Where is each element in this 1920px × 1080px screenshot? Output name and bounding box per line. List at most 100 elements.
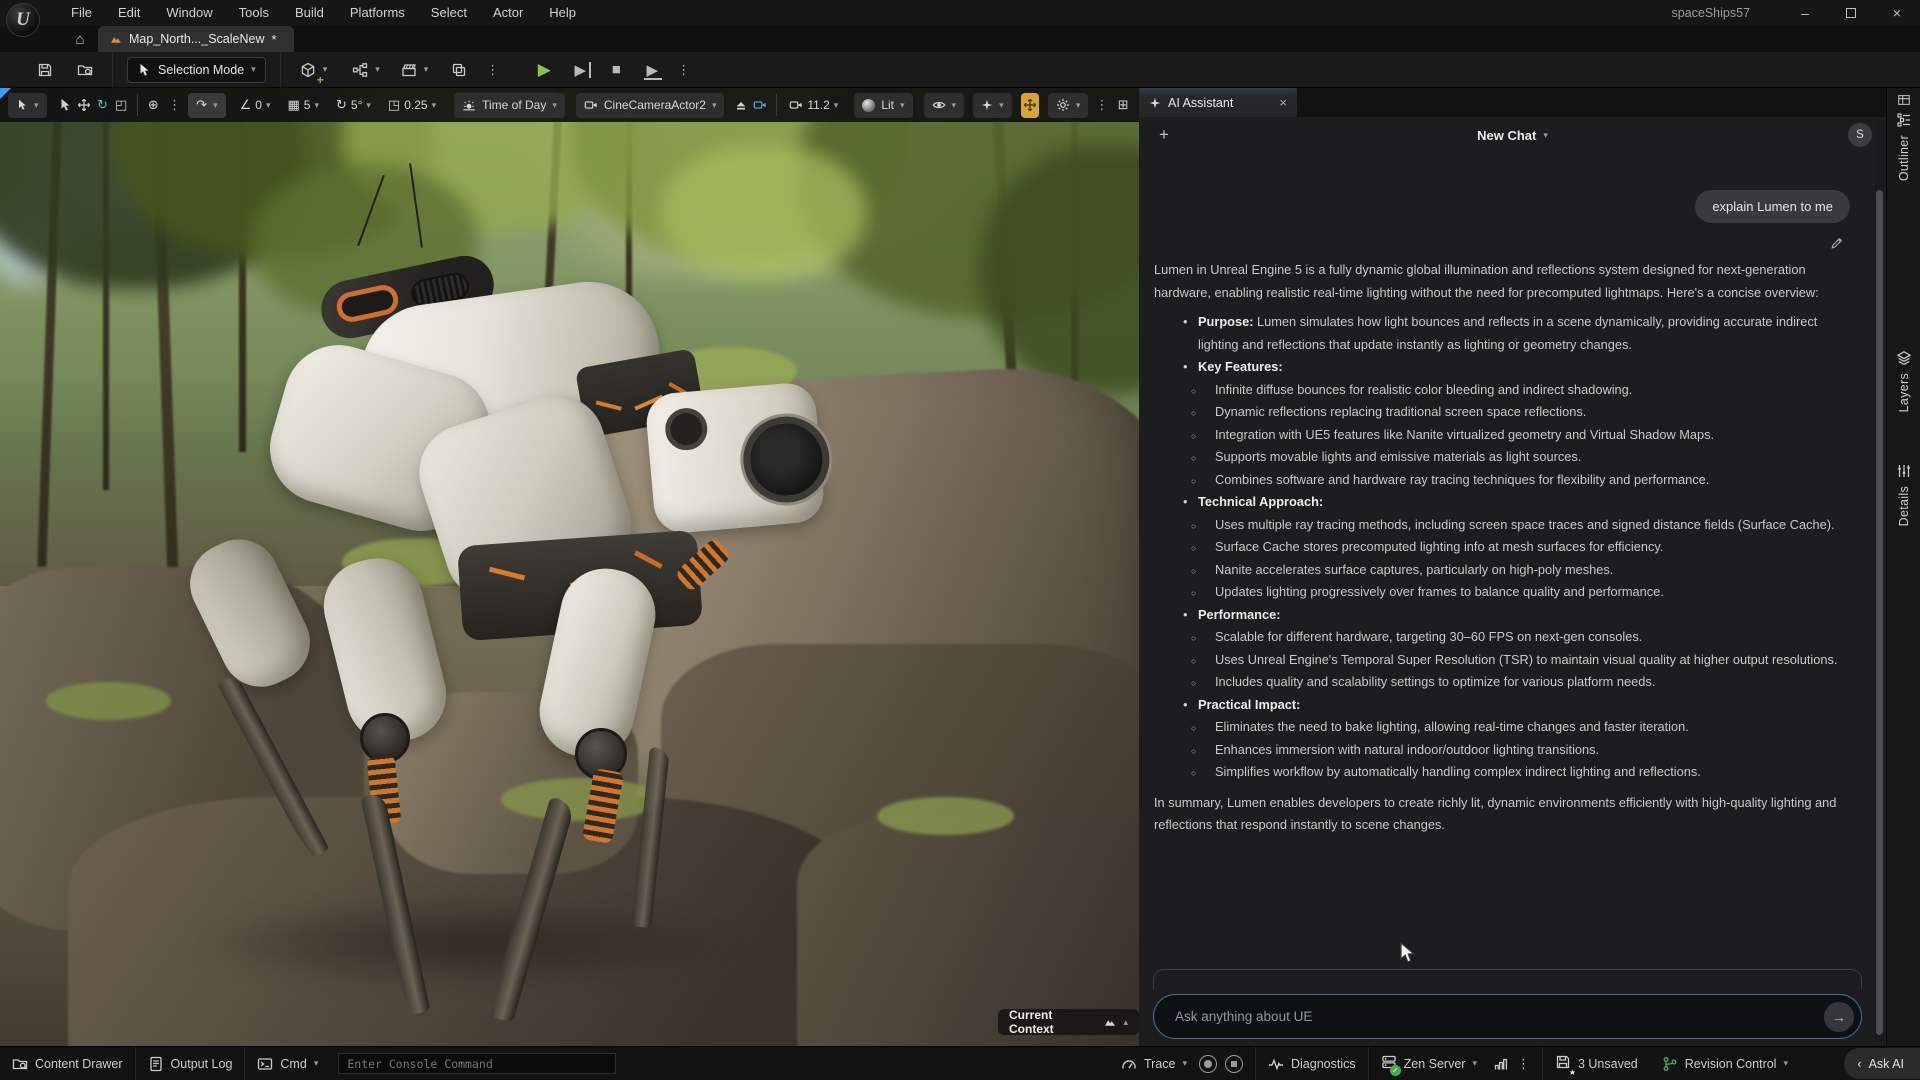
level-tab[interactable]: Map_North..._ScaleNew * <box>98 26 294 52</box>
revision-control-dropdown[interactable]: Revision Control ▾ <box>1650 1047 1800 1080</box>
skip-frame-button[interactable]: ▶ <box>565 55 595 85</box>
pencil-icon[interactable] <box>1830 236 1844 250</box>
chevron-down-icon[interactable]: ▾ <box>424 65 429 74</box>
main-menu: File Edit Window Tools Build Platforms S… <box>58 0 589 26</box>
eject-pilot-button[interactable] <box>733 93 749 117</box>
select-tool-button[interactable] <box>58 93 74 117</box>
response-bullet: Scalable for different hardware, targeti… <box>1198 626 1850 649</box>
editor-modes-button[interactable] <box>444 55 474 85</box>
camera-speed-value: 11.2 <box>807 98 829 112</box>
close-button[interactable]: × <box>1874 0 1920 26</box>
camera-speed-control[interactable]: 11.2 ▾ <box>784 98 843 112</box>
selection-sync-toggle[interactable] <box>1021 93 1039 118</box>
console-command-input[interactable] <box>338 1053 616 1074</box>
content-browser-button[interactable] <box>70 55 100 85</box>
branch-icon <box>1662 1056 1678 1072</box>
menu-help[interactable]: Help <box>536 0 589 26</box>
add-actor-button[interactable]: + <box>293 55 323 85</box>
chat-input[interactable] <box>1154 1009 1824 1024</box>
play-button[interactable]: ▶ <box>529 55 559 85</box>
rotation-snap-control[interactable]: ↻ 5° ▾ <box>331 97 376 113</box>
transform-tool-dropdown[interactable]: ▾ <box>8 93 47 118</box>
unsaved-button[interactable]: ★ 3 Unsaved <box>1543 1047 1650 1080</box>
performance-button[interactable] <box>1489 1047 1513 1080</box>
unreal-logo[interactable]: U <box>6 3 40 37</box>
send-button[interactable]: → <box>1824 1002 1854 1032</box>
menu-tools[interactable]: Tools <box>226 0 282 26</box>
response-bullet: Simplifies workflow by automatically han… <box>1198 761 1850 784</box>
view-mode-dropdown[interactable]: Lit ▾ <box>854 93 912 118</box>
viewport-settings-dropdown[interactable]: ▾ <box>1048 93 1089 118</box>
pilot-camera-button[interactable] <box>752 93 768 117</box>
surface-snapping-dropdown[interactable]: ↷ ▾ <box>188 93 225 118</box>
menu-build[interactable]: Build <box>282 0 337 26</box>
play-icon: ▶ <box>538 60 551 80</box>
chevron-down-icon[interactable]: ▾ <box>375 65 380 74</box>
response-bullet: Enhances immersion with natural indoor/o… <box>1198 739 1850 762</box>
zen-server-dropdown[interactable]: ✓ Zen Server ▾ <box>1369 1047 1489 1080</box>
launch-button[interactable]: ▶ <box>637 55 667 85</box>
window-controls: – × <box>1782 0 1920 26</box>
scale-tool-button[interactable]: ◰ <box>113 93 129 117</box>
menu-platforms[interactable]: Platforms <box>337 0 418 26</box>
user-avatar[interactable]: S <box>1848 123 1872 147</box>
cmd-dropdown[interactable]: Cmd ▾ <box>245 1047 330 1080</box>
menu-actor[interactable]: Actor <box>480 0 536 26</box>
rotate-tool-button[interactable]: ↻ <box>95 93 111 117</box>
diagnostics-button[interactable]: Diagnostics <box>1256 1047 1368 1080</box>
menu-window[interactable]: Window <box>153 0 225 26</box>
time-of-day-dropdown[interactable]: Time of Day ▾ <box>454 93 565 118</box>
toolbar-overflow-menu[interactable]: ⋮ <box>482 62 503 78</box>
restore-button[interactable] <box>1828 0 1874 26</box>
chevron-down-icon: ▾ <box>314 1059 319 1068</box>
chat-scroll-area[interactable]: explain Lumen to me Lumen in Unreal Engi… <box>1139 153 1870 984</box>
output-log-button[interactable]: Output Log <box>136 1047 245 1080</box>
status-overflow-menu[interactable]: ⋮ <box>1513 1056 1534 1072</box>
gear-icon <box>1056 98 1070 112</box>
visualize-dropdown[interactable]: ▾ <box>973 93 1012 118</box>
minimize-button[interactable]: – <box>1782 0 1828 26</box>
trace-dropdown[interactable]: Trace ▾ <box>1109 1047 1199 1080</box>
chat-title-dropdown[interactable]: New Chat ▾ <box>1477 128 1548 143</box>
editor-mode-dropdown[interactable]: Selection Mode ▾ <box>127 57 266 83</box>
transform-options-menu[interactable]: ⋮ <box>164 97 185 113</box>
level-viewport[interactable]: ▾ ↻ ◰ ⊕ ⋮ ↷ ▾ ∠ 0 ▾ ▦ 5 ▾ ↻ <box>0 88 1139 1046</box>
viewport-overflow-menu[interactable]: ⋮ <box>1091 97 1112 113</box>
close-tab-icon[interactable]: × <box>1279 95 1287 110</box>
trace-snapshot-button[interactable] <box>1225 1055 1243 1073</box>
play-options-menu[interactable]: ⋮ <box>673 62 694 78</box>
cursor-icon <box>16 99 28 111</box>
scale-snap-control[interactable]: ◳ 0.25 ▾ <box>383 97 441 113</box>
chat-scrollbar[interactable] <box>1875 120 1884 1042</box>
output-log-icon <box>148 1056 164 1072</box>
menu-file[interactable]: File <box>58 0 105 26</box>
location-snap-control[interactable]: ∠ 0 ▾ <box>235 97 276 113</box>
ask-ai-button[interactable]: ‹ Ask AI <box>1844 1048 1920 1079</box>
menu-edit[interactable]: Edit <box>105 0 153 26</box>
home-button[interactable]: ⌂ <box>66 26 94 52</box>
blueprints-button[interactable] <box>345 55 375 85</box>
show-flags-dropdown[interactable]: ▾ <box>924 93 965 118</box>
trace-record-button[interactable] <box>1199 1055 1217 1073</box>
current-context-pill[interactable]: Current Context ▴ <box>998 1009 1139 1035</box>
scrollbar-thumb[interactable] <box>1876 190 1883 1035</box>
cinematics-button[interactable] <box>394 55 424 85</box>
grid-snap-control[interactable]: ▦ 5 ▾ <box>282 97 324 113</box>
stop-button[interactable]: ■ <box>601 55 631 85</box>
content-drawer-button[interactable]: Content Drawer <box>0 1047 135 1080</box>
plus-icon: + <box>317 73 324 87</box>
camera-actor-dropdown[interactable]: CineCameraActor2 ▾ <box>576 93 725 118</box>
menu-select[interactable]: Select <box>418 0 480 26</box>
world-local-toggle[interactable]: ⊕ <box>146 93 162 117</box>
tab-details[interactable]: Details <box>1887 463 1920 526</box>
save-button[interactable] <box>30 55 60 85</box>
eye-icon <box>932 98 946 112</box>
tab-ai-assistant[interactable]: AI Assistant × <box>1139 88 1297 117</box>
tab-layers[interactable]: Layers <box>1887 350 1920 412</box>
tab-outliner[interactable]: Outliner <box>1887 112 1920 181</box>
quad-view-button[interactable]: ⊞ <box>1115 93 1131 117</box>
chevron-left-icon: ‹ <box>1857 1057 1861 1071</box>
new-chat-button[interactable]: + <box>1151 125 1177 145</box>
time-of-day-label: Time of Day <box>482 98 546 112</box>
move-tool-button[interactable] <box>76 93 92 117</box>
